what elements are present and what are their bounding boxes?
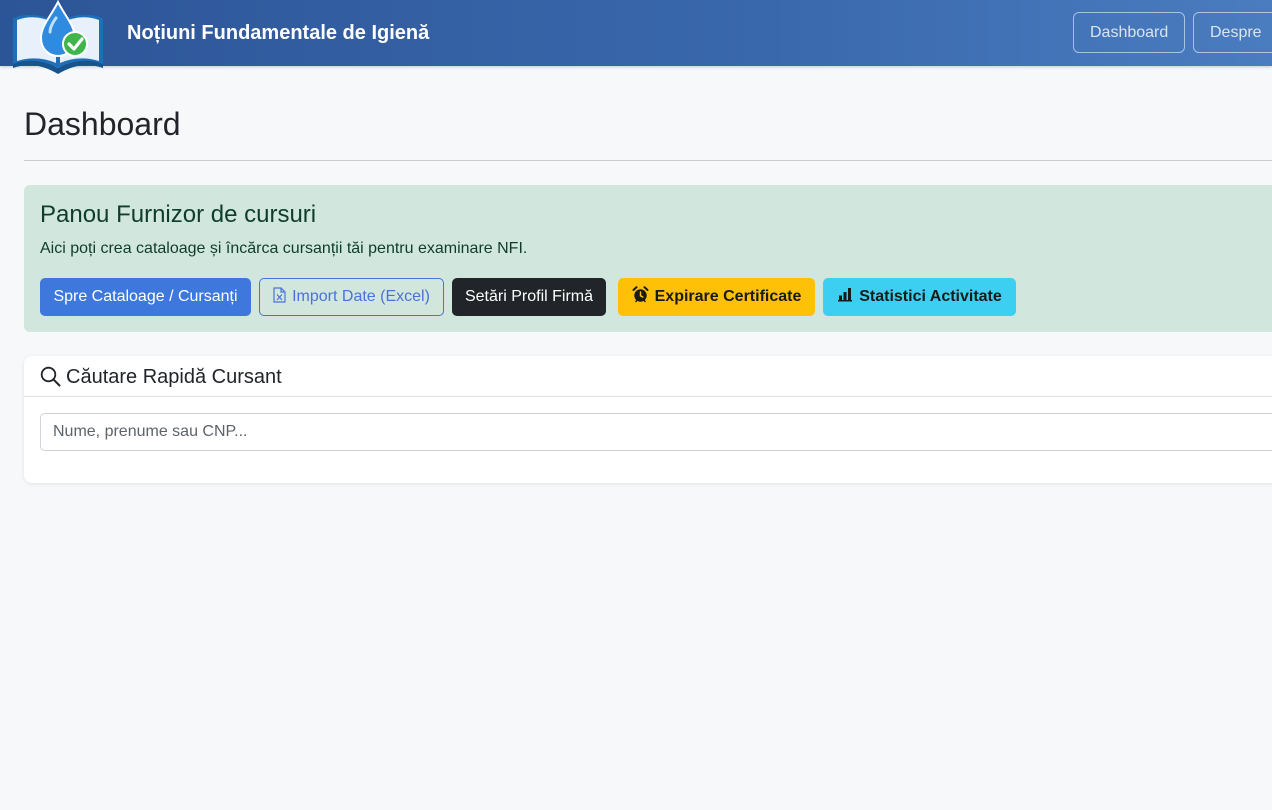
page-title: Dashboard [24,106,181,142]
panel-description: Aici poți crea cataloage și încărca curs… [40,240,528,257]
company-settings-button-label: Setări Profil Firmă [464,288,594,305]
book-water-drop-check-icon[interactable] [9,0,107,76]
company-settings-button[interactable]: Setări Profil Firmă [452,278,606,316]
catalogs-button-label: Spre Cataloage / Cursanți [53,288,238,305]
search-input[interactable] [40,413,1272,451]
nav-about-button[interactable]: Despre [1193,12,1272,53]
activity-stats-button-label: Statistici Activitate [859,288,1002,305]
quick-search-card: Căutare Rapidă Cursant [24,356,1272,483]
nav-dashboard-button[interactable]: Dashboard [1073,12,1185,53]
title-divider [24,160,1272,161]
certificate-expiry-button[interactable]: Expirare Certificate [618,278,815,316]
bar-chart-icon [838,288,853,302]
import-excel-button-label: Import Date (Excel) [292,288,430,305]
panel-title: Panou Furnizor de cursuri [40,201,317,228]
top-navbar: Noțiuni Fundamentale de Igienă Dashboard… [0,0,1272,74]
excel-file-icon [273,287,286,303]
search-icon [40,366,61,387]
alarm-clock-icon [632,286,649,303]
brand-title[interactable]: Noțiuni Fundamentale de Igienă [127,21,429,45]
provider-panel: Panou Furnizor de cursuri Aici poți crea… [24,185,1272,332]
activity-stats-button[interactable]: Statistici Activitate [823,278,1016,316]
quick-search-header: Căutare Rapidă Cursant [24,356,1272,397]
catalogs-button[interactable]: Spre Cataloage / Cursanți [40,278,251,316]
import-excel-button[interactable]: Import Date (Excel) [259,278,444,316]
quick-search-title: Căutare Rapidă Cursant [66,366,282,388]
certificate-expiry-button-label: Expirare Certificate [654,288,802,305]
